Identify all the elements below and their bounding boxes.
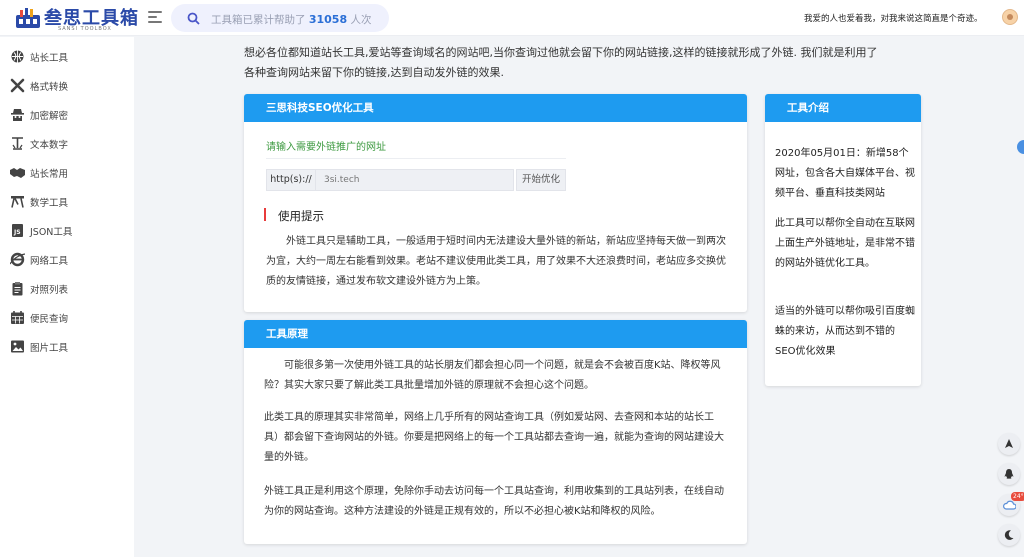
start-optimize-button[interactable]: 开始优化 [516, 169, 566, 191]
search-icon [187, 12, 200, 25]
menu-toggle-icon[interactable] [148, 11, 162, 25]
handshake-icon [10, 168, 25, 178]
principle-paragraph: 可能很多第一次使用外链工具的站长朋友们都会担心同一个问题，就是会不会被百度K站、… [264, 360, 721, 391]
tips-title: 使用提示 [278, 209, 324, 223]
moon-icon [1004, 530, 1014, 540]
sidebar-item-label: JSON工具 [30, 227, 73, 238]
sidebar-item-network[interactable]: 网络工具 [10, 251, 130, 269]
sidebar-item-format[interactable]: 格式转换 [10, 77, 130, 95]
info-paragraph: 2020年05月01日：新增58个网址，包含各大自媒体平台、视频平台、垂直科技类… [775, 148, 915, 199]
url-input[interactable]: 3si.tech [316, 169, 514, 191]
tips-text: 外链工具只是辅助工具，一般适用于短时间内无法建设大量外链的新站，新站应坚持每天做… [266, 236, 726, 287]
sidebar-item-label: 站长常用 [30, 169, 69, 180]
tool-principle-card: 工具原理 可能很多第一次使用外链工具的站长朋友们都会担心同一个问题，就是会不会被… [244, 320, 747, 544]
principle-paragraph: 此类工具的原理其实非常简单，网络上几乎所有的网站查询工具（例如爱站网、去查网和本… [264, 412, 724, 463]
ie-icon [10, 252, 25, 267]
text-icon [12, 137, 23, 150]
toolbox-logo-icon [16, 8, 40, 28]
tool-info-card: 工具介绍 2020年05月01日：新增58个网址，包含各大自媒体平台、视频平台、… [765, 94, 921, 386]
sidebar-item-json[interactable]: JS JSON工具 [10, 222, 130, 240]
help-count: 31058 [308, 13, 348, 26]
info-paragraph: 适当的外链可以帮你吸引百度蜘蛛的来访，从而达到不错的SEO优化效果 [775, 306, 915, 357]
principle-paragraph: 外链工具正是利用这个原理，免除你手动去访问每一个工具站查询，利用收集到的工具站列… [264, 486, 724, 517]
card-title: 工具原理 [244, 320, 747, 348]
calendar-icon [11, 311, 24, 324]
sidebar-item-label: 对照列表 [30, 285, 69, 296]
sidebar-item-label: 图片工具 [30, 343, 69, 354]
sidebar-item-image[interactable]: 图片工具 [10, 338, 130, 356]
sidebar-item-label: 文本数字 [30, 140, 69, 151]
url-field-label: 请输入需要外链推广的网址 [266, 142, 386, 153]
sidebar-item-label: 便民查询 [30, 314, 69, 325]
edge-widget-icon[interactable] [1017, 140, 1024, 154]
top-header: 叁思工具箱 SANSI TOOLBOX 工具箱已累计帮助了 31058 人次 我… [0, 0, 1024, 36]
dark-mode-button[interactable] [998, 524, 1020, 546]
site-logo[interactable]: 叁思工具箱 SANSI TOOLBOX [14, 4, 140, 32]
search-placeholder: 工具箱已累计帮助了 31058 人次 [211, 13, 372, 26]
marquee-text: 我爱的人也爱着我，对我来说这简直是个奇迹。 [804, 14, 983, 24]
sidebar-item-label: 加密解密 [30, 111, 69, 122]
arrow-up-icon [1005, 439, 1013, 448]
tools-icon [10, 78, 25, 93]
clipboard-icon [12, 282, 23, 296]
sidebar: 站长工具 格式转换 加密解密 文本数字 站长常用 数学工具 JS JSON工具 … [0, 37, 134, 557]
protocol-prefix: http(s):// [266, 169, 316, 191]
search-bar[interactable]: 工具箱已累计帮助了 31058 人次 [171, 4, 389, 32]
sidebar-item-label: 格式转换 [30, 82, 69, 93]
qq-icon [1004, 469, 1014, 479]
intro-text: 想必各位都知道站长工具,爱站等查询域名的网站吧,当你查询过他就会留下你的网站链接… [244, 46, 878, 79]
image-icon [11, 340, 24, 353]
logo-subtitle: SANSI TOOLBOX [58, 26, 112, 32]
sidebar-item-label: 数学工具 [30, 198, 69, 209]
info-paragraph: 此工具可以帮你全自动在互联网上面生产外链地址，是非常不错的网站外链优化工具。 [775, 218, 915, 269]
sidebar-item-query[interactable]: 便民查询 [10, 309, 130, 327]
js-icon: JS [12, 224, 23, 237]
temperature-badge: 24° [1011, 492, 1024, 501]
main-content: 想必各位都知道站长工具,爱站等查询域名的网站吧,当你查询过他就会留下你的网站链接… [134, 37, 1024, 557]
back-to-top-button[interactable] [998, 433, 1020, 455]
sidebar-item-compare[interactable]: 对照列表 [10, 280, 130, 298]
compass-icon [11, 196, 24, 208]
qq-button[interactable] [998, 463, 1020, 485]
card-title: 三思科技SEO优化工具 [244, 94, 747, 122]
tips-accent-bar [264, 208, 266, 221]
spy-icon [11, 109, 24, 121]
card-title: 工具介绍 [765, 94, 921, 122]
divider [266, 158, 566, 159]
avatar[interactable] [1002, 9, 1018, 25]
sidebar-item-crypto[interactable]: 加密解密 [10, 106, 130, 124]
sidebar-item-common[interactable]: 站长常用 [10, 164, 130, 182]
seo-tool-card: 三思科技SEO优化工具 请输入需要外链推广的网址 http(s):// 3si.… [244, 94, 747, 312]
sidebar-item-label: 网络工具 [30, 256, 69, 267]
sidebar-item-label: 站长工具 [30, 53, 69, 64]
sidebar-item-math[interactable]: 数学工具 [10, 193, 130, 211]
globe-icon [11, 50, 24, 63]
sidebar-item-webmaster[interactable]: 站长工具 [10, 48, 130, 66]
sidebar-item-text[interactable]: 文本数字 [10, 135, 130, 153]
svg-text:JS: JS [13, 229, 21, 236]
